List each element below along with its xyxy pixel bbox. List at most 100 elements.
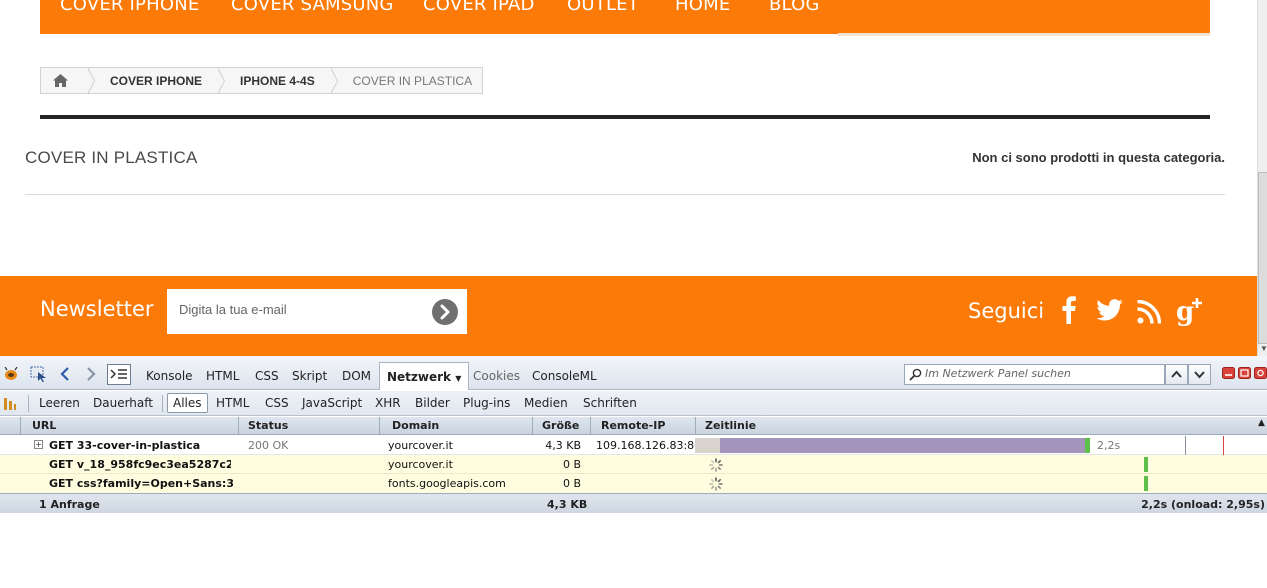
newsletter-email-input[interactable] [179,302,429,317]
firebug-logo-icon[interactable] [3,367,19,381]
nav-item-cover-ipad[interactable]: COVER IPAD [423,0,535,15]
timeline-waiting-segment [720,438,1085,453]
scroll-down-arrow-icon[interactable]: ▼ [1260,344,1267,353]
nav-item-blog[interactable]: BLOG [769,0,820,15]
search-prev-button[interactable] [1165,364,1188,385]
persist-button[interactable]: Dauerhaft [93,396,153,410]
footer-bar: Newsletter Seguici [0,276,1257,356]
filter-media[interactable]: Medien [524,396,568,410]
column-size[interactable]: Größe [542,419,579,432]
filter-html[interactable]: HTML [216,396,249,410]
request-domain: fonts.googleapis.com [388,477,506,490]
inspect-element-icon[interactable] [30,366,48,382]
dropdown-arrow-icon: ▼ [455,374,462,383]
chevron-right-icon [440,304,450,320]
command-line-icon[interactable] [107,364,131,385]
category-title: COVER IN PLASTICA [25,148,198,167]
column-url[interactable]: URL [32,419,56,432]
scrollbar-thumb[interactable] [1258,172,1267,344]
summary-total-size: 4,3 KB [547,498,588,511]
request-url: GET v_18_958fc9ec3ea5287c27 [49,458,231,471]
nav-item-outlet[interactable]: OUTLET [567,0,639,15]
browser-viewport: COVER IPHONE COVER SAMSUNG COVER IPAD OU… [0,0,1267,588]
page-scrollbar[interactable]: ▼ [1257,0,1267,356]
table-row[interactable]: GET v_18_958fc9ec3ea5287c27 yourcover.it… [0,455,1267,474]
clear-button[interactable]: Leeren [39,396,80,410]
nav-item-home[interactable]: HOME [675,0,730,15]
column-timeline[interactable]: Zeitlinie [705,419,756,432]
back-arrow-icon[interactable] [60,367,70,381]
column-separator [20,417,21,435]
column-separator [590,417,591,435]
filter-separator [28,395,29,412]
rss-icon[interactable] [1137,300,1161,324]
timeline-receiving-segment [1085,438,1090,453]
column-status[interactable]: Status [248,419,288,432]
tab-css[interactable]: CSS [255,369,279,383]
expand-row-button[interactable]: + [34,440,43,449]
column-domain[interactable]: Domain [392,419,439,432]
google-plus-icon[interactable]: g [1175,296,1205,328]
chevron-up-icon [1171,370,1182,378]
tab-skript[interactable]: Skript [292,369,327,383]
timeline-blocking-segment [695,438,720,453]
filter-plugins[interactable]: Plug-ins [463,396,510,410]
facebook-icon[interactable] [1062,296,1076,324]
loading-spinner-icon [709,458,723,472]
table-row[interactable]: + GET 33-cover-in-plastica 200 OK yourco… [0,436,1267,455]
section-divider [40,115,1210,119]
newsletter-form [167,289,467,334]
tab-consoleml[interactable]: ConsoleML [532,369,597,383]
detach-window-icon[interactable] [1238,367,1251,379]
website-content: COVER IPHONE COVER SAMSUNG COVER IPAD OU… [0,0,1257,356]
column-remote-ip[interactable]: Remote-IP [601,419,665,432]
timeline-start-marker [1144,457,1148,472]
net-filter-bar: Leeren Dauerhaft Alles HTML CSS JavaScri… [0,391,1267,416]
tab-netzwerk[interactable]: Netzwerk ▼ [379,362,470,390]
minimize-icon[interactable] [1222,367,1235,379]
net-panel-icon [4,398,16,410]
request-size: 0 B [562,477,581,490]
breadcrumb-item-cover-iphone[interactable]: COVER IPHONE [88,67,226,95]
request-url: GET css?family=Open+Sans:300 [49,477,233,490]
filter-all[interactable]: Alles [167,393,208,413]
forward-arrow-icon[interactable] [86,367,96,381]
filter-images[interactable]: Bilder [415,396,450,410]
search-icon [909,368,922,381]
tab-html[interactable]: HTML [206,369,239,383]
tab-dom[interactable]: DOM [342,369,371,383]
filter-xhr[interactable]: XHR [375,396,401,410]
net-panel-search-input[interactable] [925,367,1161,380]
filter-fonts[interactable]: Schriften [583,396,637,410]
twitter-icon[interactable] [1096,299,1123,321]
request-url: GET 33-cover-in-plastica [49,439,201,452]
content-divider [25,194,1225,195]
breadcrumb-home[interactable] [41,67,95,95]
breadcrumb-item-iphone-4-4s[interactable]: IPHONE 4-4S [218,67,338,95]
filter-css[interactable]: CSS [265,396,289,410]
nav-item-cover-iphone[interactable]: COVER IPHONE [60,0,199,15]
tab-cookies[interactable]: Cookies [473,369,520,383]
net-summary-row: 1 Anfrage 4,3 KB 2,2s (onload: 2,95s) [0,493,1267,513]
search-next-button[interactable] [1188,364,1211,385]
request-time: 2,2s [1097,439,1121,452]
request-size: 4,3 KB [545,439,581,452]
summary-request-count: 1 Anfrage [39,498,100,511]
filter-javascript[interactable]: JavaScript [302,396,362,410]
tab-konsole[interactable]: Konsole [146,369,193,383]
firebug-toolbar: Konsole HTML CSS Skript DOM Netzwerk ▼ C… [0,356,1267,390]
tab-netzwerk-label: Netzwerk [387,370,452,384]
close-firebug-icon[interactable] [1254,367,1267,379]
newsletter-submit-button[interactable] [432,299,458,325]
main-navigation: COVER IPHONE COVER SAMSUNG COVER IPAD OU… [40,0,1210,34]
home-icon [53,74,68,87]
svg-text:g: g [1176,297,1194,327]
sort-arrow-icon[interactable]: ▲ [1258,418,1265,428]
column-separator [532,417,533,435]
table-row[interactable]: GET css?family=Open+Sans:300 fonts.googl… [0,474,1267,493]
timeline-marker-onload [1223,436,1224,455]
newsletter-label: Newsletter [40,297,154,321]
breadcrumb: COVER IPHONE IPHONE 4-4S COVER IN PLASTI… [40,67,484,95]
chevron-down-icon [1194,371,1205,379]
nav-item-cover-samsung[interactable]: COVER SAMSUNG [231,0,394,15]
